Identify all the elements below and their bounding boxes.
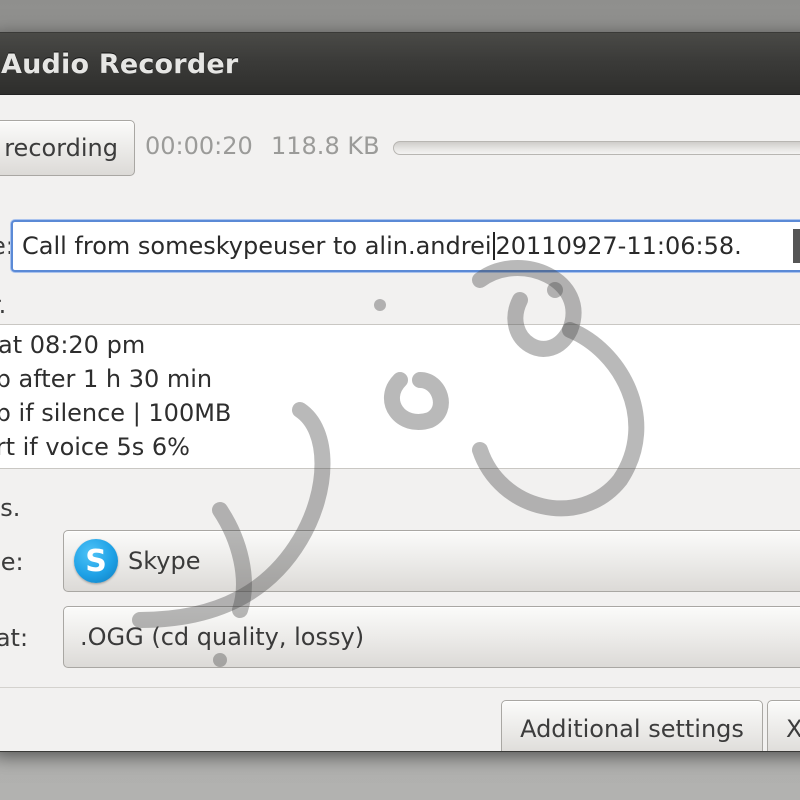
settings-section-label: gs. xyxy=(0,494,21,522)
audio-format-dropdown[interactable]: .OGG (cd quality, lossy) xyxy=(63,606,800,668)
audio-format-value: .OGG (cd quality, lossy) xyxy=(80,623,365,651)
close-button[interactable]: X xyxy=(767,700,800,751)
timer-line: op if silence | 100MB xyxy=(0,399,232,427)
source-label: urce: xyxy=(0,548,24,576)
elapsed-time: 00:00:20 xyxy=(145,132,253,160)
audio-recorder-window: Audio Recorder recording 00:00:20 118.8 … xyxy=(0,32,800,752)
timer-commands-box[interactable]: t at 08:20 pm op after 1 h 30 min op if … xyxy=(0,324,800,469)
timer-line: art if voice 5s 6% xyxy=(0,433,190,461)
additional-settings-label: Additional settings xyxy=(520,715,744,743)
close-button-label: X xyxy=(786,715,800,743)
footer-divider xyxy=(0,687,800,688)
format-label: rmat: xyxy=(0,624,29,652)
text-caret xyxy=(492,232,495,260)
filename-text-after-caret: 20110927-11:06:58. xyxy=(495,232,742,260)
stop-recording-button[interactable]: recording xyxy=(0,120,135,176)
timer-section-label: r. xyxy=(0,291,6,319)
file-size: 118.8 KB xyxy=(271,132,380,160)
window-body: recording 00:00:20 118.8 KB e: Call from… xyxy=(0,96,800,751)
filename-text-before-caret: Call from someskypeuser to alin.andrei xyxy=(22,232,492,260)
record-button-label: recording xyxy=(4,134,118,162)
additional-settings-button[interactable]: Additional settings xyxy=(501,700,763,751)
timer-line: op after 1 h 30 min xyxy=(0,365,213,393)
folder-button-edge[interactable] xyxy=(793,229,800,263)
title-bar[interactable]: Audio Recorder xyxy=(0,33,800,95)
skype-icon: S xyxy=(74,539,118,583)
filename-input[interactable]: Call from someskypeuser to alin.andrei 20… xyxy=(11,220,800,272)
window-title: Audio Recorder xyxy=(1,49,239,80)
timer-line: t at 08:20 pm xyxy=(0,331,146,359)
audio-source-value: Skype xyxy=(128,547,201,575)
desktop-background: Audio Recorder recording 00:00:20 118.8 … xyxy=(0,0,800,800)
audio-source-dropdown[interactable]: S Skype xyxy=(63,530,800,592)
audio-level-bar xyxy=(393,141,800,155)
